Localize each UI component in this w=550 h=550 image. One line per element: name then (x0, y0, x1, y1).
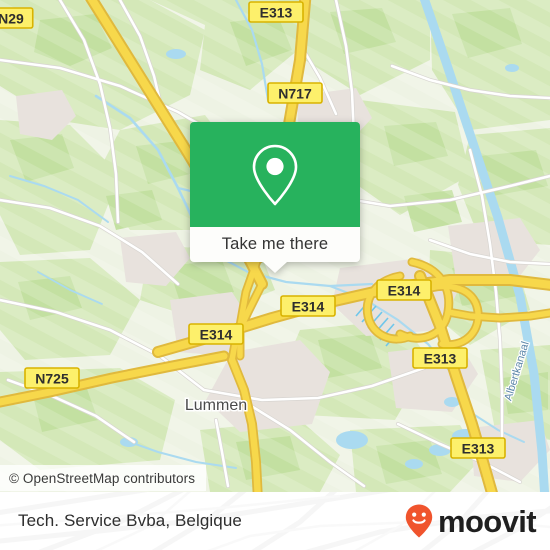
road-shield: E313 (248, 1, 304, 23)
place-title: Tech. Service Bvba, Belgique (18, 511, 242, 530)
moovit-logo[interactable]: moovit (404, 492, 537, 550)
take-me-there-label: Take me there (221, 235, 329, 253)
map-canvas[interactable]: Lummen Albertkanaal N29 E313 N717 E314 E314 E… (0, 0, 550, 492)
map-screenshot: Lummen Albertkanaal N29 E313 N717 E314 E314 E… (0, 0, 550, 550)
road-shield-label: N717 (278, 86, 312, 102)
callout-header (190, 122, 360, 227)
road-shield: E314 (280, 295, 336, 317)
road-shield-label: N725 (35, 371, 69, 387)
road-shield-label: E314 (200, 327, 233, 343)
moovit-wordmark: moovit (437, 503, 537, 539)
road-shield-label: E313 (462, 441, 495, 457)
moovit-smiley-pin-icon (405, 504, 433, 538)
take-me-there-button[interactable]: Take me there (190, 227, 360, 262)
map-pin-icon (252, 144, 298, 205)
road-shield: E313 (450, 437, 506, 459)
road-shield-label: E313 (260, 5, 293, 21)
osm-attribution-text: © OpenStreetMap contributors (9, 470, 196, 486)
road-shield: E314 (376, 279, 432, 301)
road-shield: N29 (0, 7, 34, 29)
road-shield-label: E313 (424, 351, 457, 367)
road-shield-label: E314 (388, 283, 421, 299)
place-label-lummen: Lummen (183, 396, 248, 416)
callout-pointer (263, 262, 287, 273)
road-shield-label: E314 (292, 299, 325, 315)
location-callout[interactable]: Take me there (190, 122, 360, 273)
road-shield: E313 (412, 347, 468, 369)
road-shield-label: N29 (0, 11, 24, 27)
road-shield: N725 (24, 367, 80, 389)
road-shield: N717 (267, 82, 323, 104)
road-shield: E314 (188, 323, 244, 345)
osm-attribution: © OpenStreetMap contributors (0, 465, 207, 491)
footer-bar: Tech. Service Bvba, Belgique moovit (0, 492, 550, 550)
place-label-text: Lummen (185, 397, 247, 414)
